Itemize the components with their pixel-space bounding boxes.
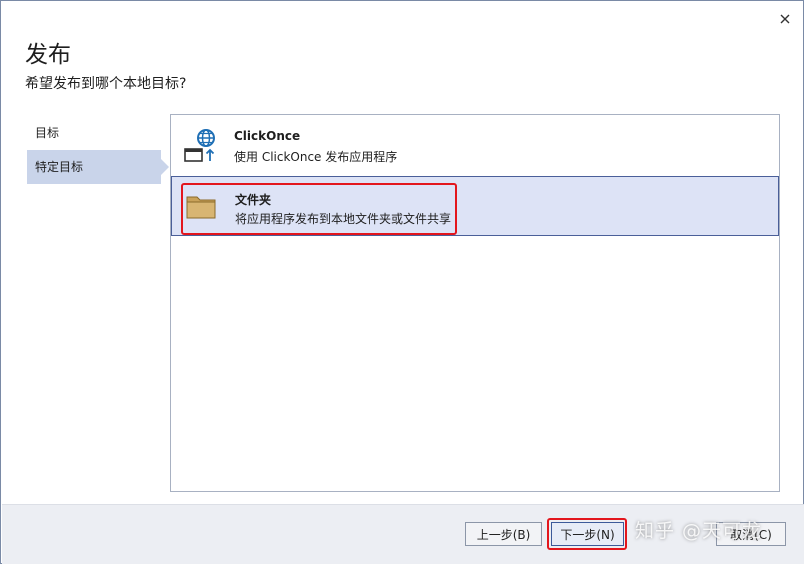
option-title: 文件夹	[235, 193, 272, 207]
option-description: 使用 ClickOnce 发布应用程序	[234, 150, 398, 164]
nav-item-target[interactable]: 目标	[27, 116, 161, 150]
clickonce-globe-icon	[183, 127, 219, 163]
option-description: 将应用程序发布到本地文件夹或文件共享	[235, 212, 452, 226]
option-title: ClickOnce	[234, 129, 301, 143]
close-icon	[780, 14, 790, 24]
nav-item-label: 特定目标	[35, 160, 84, 174]
cancel-button[interactable]: 取消(C)	[716, 522, 786, 546]
dialog-subtitle: 希望发布到哪个本地目标?	[25, 76, 187, 92]
option-clickonce[interactable]: ClickOnce 使用 ClickOnce 发布应用程序	[171, 115, 779, 175]
close-button[interactable]	[773, 7, 797, 31]
wizard-nav: 目标 特定目标	[27, 116, 169, 184]
back-button[interactable]: 上一步(B)	[465, 522, 542, 546]
folder-icon	[184, 189, 220, 225]
next-button[interactable]: 下一步(N)	[551, 522, 624, 546]
dialog-title: 发布	[25, 42, 71, 68]
option-folder[interactable]: 文件夹 将应用程序发布到本地文件夹或文件共享	[171, 176, 779, 236]
publish-dialog: 发布 希望发布到哪个本地目标? 目标 特定目标 ClickOnce 使用 Cli…	[0, 0, 804, 564]
dialog-footer: 上一步(B) 下一步(N) 取消(C)	[2, 504, 804, 564]
nav-item-label: 目标	[35, 126, 60, 140]
nav-item-specific-target[interactable]: 特定目标	[27, 150, 169, 184]
target-list: ClickOnce 使用 ClickOnce 发布应用程序 文件夹 将应用程序发…	[170, 114, 780, 492]
